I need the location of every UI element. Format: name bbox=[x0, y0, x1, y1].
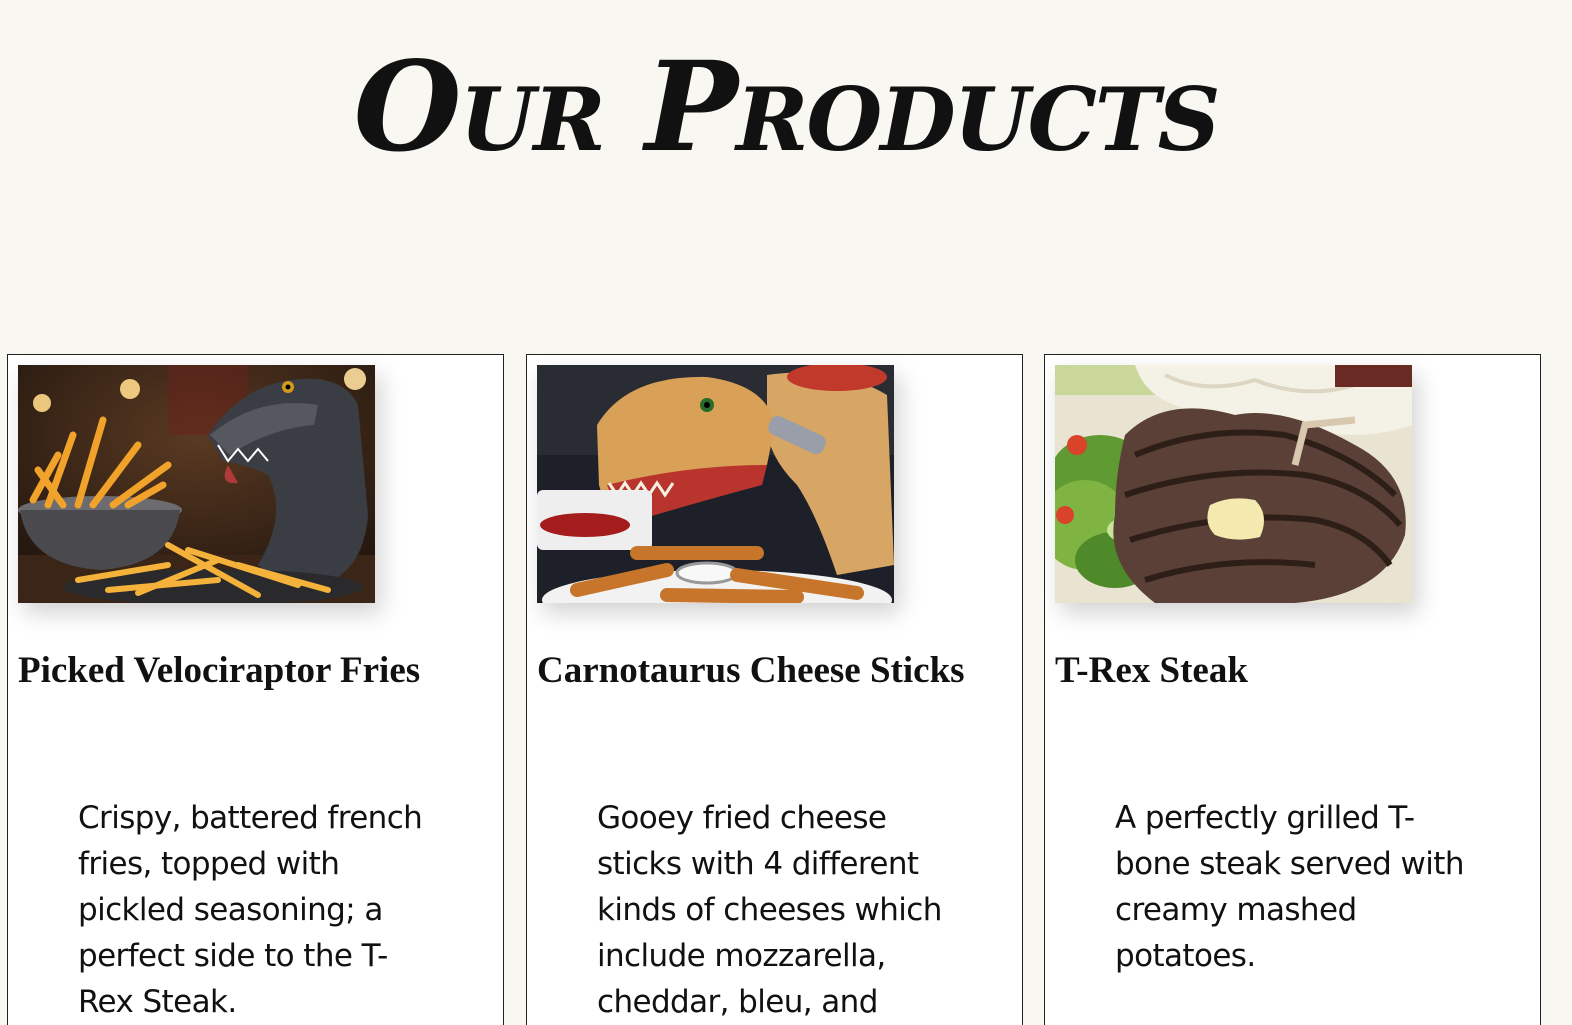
product-description: Gooey fried cheese sticks with 4 differe… bbox=[597, 800, 942, 1020]
product-name: T-Rex Steak bbox=[1055, 650, 1248, 691]
product-grid: Picked Velociraptor Fries Crispy, batter… bbox=[7, 354, 1567, 1025]
product-card: Carnotaurus Cheese Sticks Gooey fried ch… bbox=[526, 354, 1023, 1025]
product-image-t-rex-steak bbox=[1055, 365, 1412, 603]
product-description: A perfectly grilled T-bone steak served … bbox=[1115, 800, 1464, 974]
product-image-carnotaurus-cheese-sticks bbox=[537, 365, 894, 603]
product-name: Carnotaurus Cheese Sticks bbox=[537, 650, 965, 691]
product-card: Picked Velociraptor Fries Crispy, batter… bbox=[7, 354, 504, 1025]
product-card: T-Rex Steak A perfectly grilled T-bone s… bbox=[1044, 354, 1541, 1025]
product-name: Picked Velociraptor Fries bbox=[18, 650, 421, 691]
product-image-velociraptor-fries bbox=[18, 365, 375, 603]
page-title: Our Products bbox=[353, 35, 1221, 180]
products-page: Our Products Picked Velociraptor Fries C… bbox=[0, 0, 1572, 1025]
product-description: Crispy, battered french fries, topped wi… bbox=[78, 800, 423, 1020]
